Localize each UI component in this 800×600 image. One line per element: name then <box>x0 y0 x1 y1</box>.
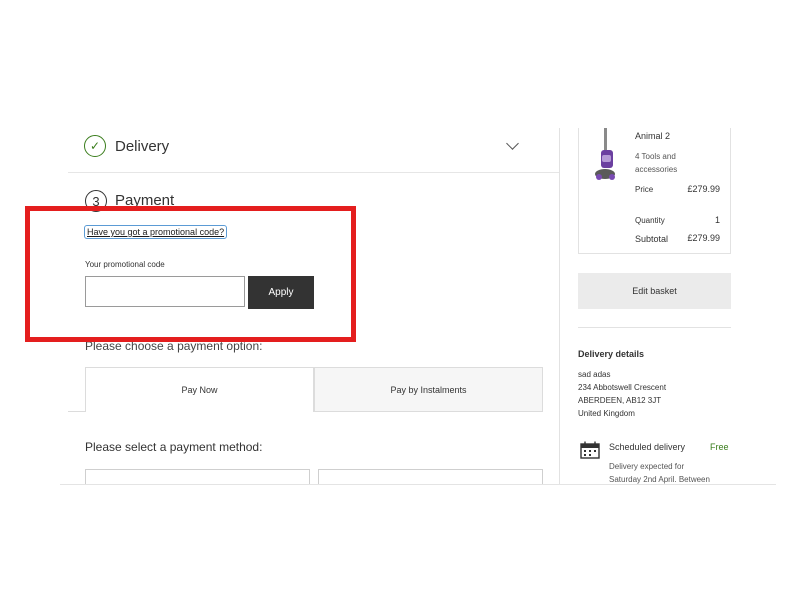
address-line: United Kingdom <box>578 409 635 418</box>
subtotal-value: £279.99 <box>687 233 720 243</box>
payment-method-prompt: Please select a payment method: <box>85 440 263 454</box>
calendar-icon <box>580 441 600 459</box>
delivery-step-header[interactable]: ✓ Delivery <box>68 128 559 173</box>
address-line: 234 Abbotswell Crescent <box>578 383 667 392</box>
delivery-expected-text: Delivery expected for Saturday 2nd April… <box>609 460 729 486</box>
product-image <box>595 128 615 180</box>
quantity-value: 1 <box>714 215 720 225</box>
edit-basket-button[interactable]: Edit basket <box>578 273 731 309</box>
product-subtitle: 4 Tools and accessories <box>635 152 678 174</box>
chevron-down-icon[interactable] <box>506 137 519 150</box>
delivery-address: sad adas 234 Abbotswell Crescent ABERDEE… <box>578 368 666 420</box>
delivery-expected-line: Saturday 2nd April. Between <box>609 475 710 484</box>
price-value: £279.99 <box>687 184 720 194</box>
payment-method-option[interactable] <box>85 469 310 485</box>
scheduled-delivery-title: Scheduled delivery <box>609 442 686 452</box>
payment-method-option[interactable] <box>318 469 543 485</box>
summary-divider <box>578 327 731 328</box>
price-label: Price <box>635 185 654 194</box>
address-line: sad adas <box>578 370 611 379</box>
check-icon: ✓ <box>84 135 106 157</box>
subtotal-label: Subtotal <box>635 234 669 244</box>
tab-pay-now[interactable]: Pay Now <box>85 367 314 412</box>
delivery-price-badge: Free <box>710 442 729 452</box>
delivery-expected-line: Delivery expected for <box>609 462 685 471</box>
delivery-step-title: Delivery <box>115 138 170 155</box>
delivery-details-title: Delivery details <box>578 349 645 359</box>
address-line: ABERDEEN, AB12 3JT <box>578 396 662 405</box>
basket-summary: Animal 2 4 Tools and accessories Price £… <box>578 128 731 254</box>
tab-pay-by-instalments[interactable]: Pay by Instalments <box>314 367 543 412</box>
quantity-label: Quantity <box>635 216 665 225</box>
tab-divider <box>68 411 85 412</box>
highlight-annotation-frame <box>25 206 356 342</box>
product-name: Animal 2 <box>635 131 671 141</box>
